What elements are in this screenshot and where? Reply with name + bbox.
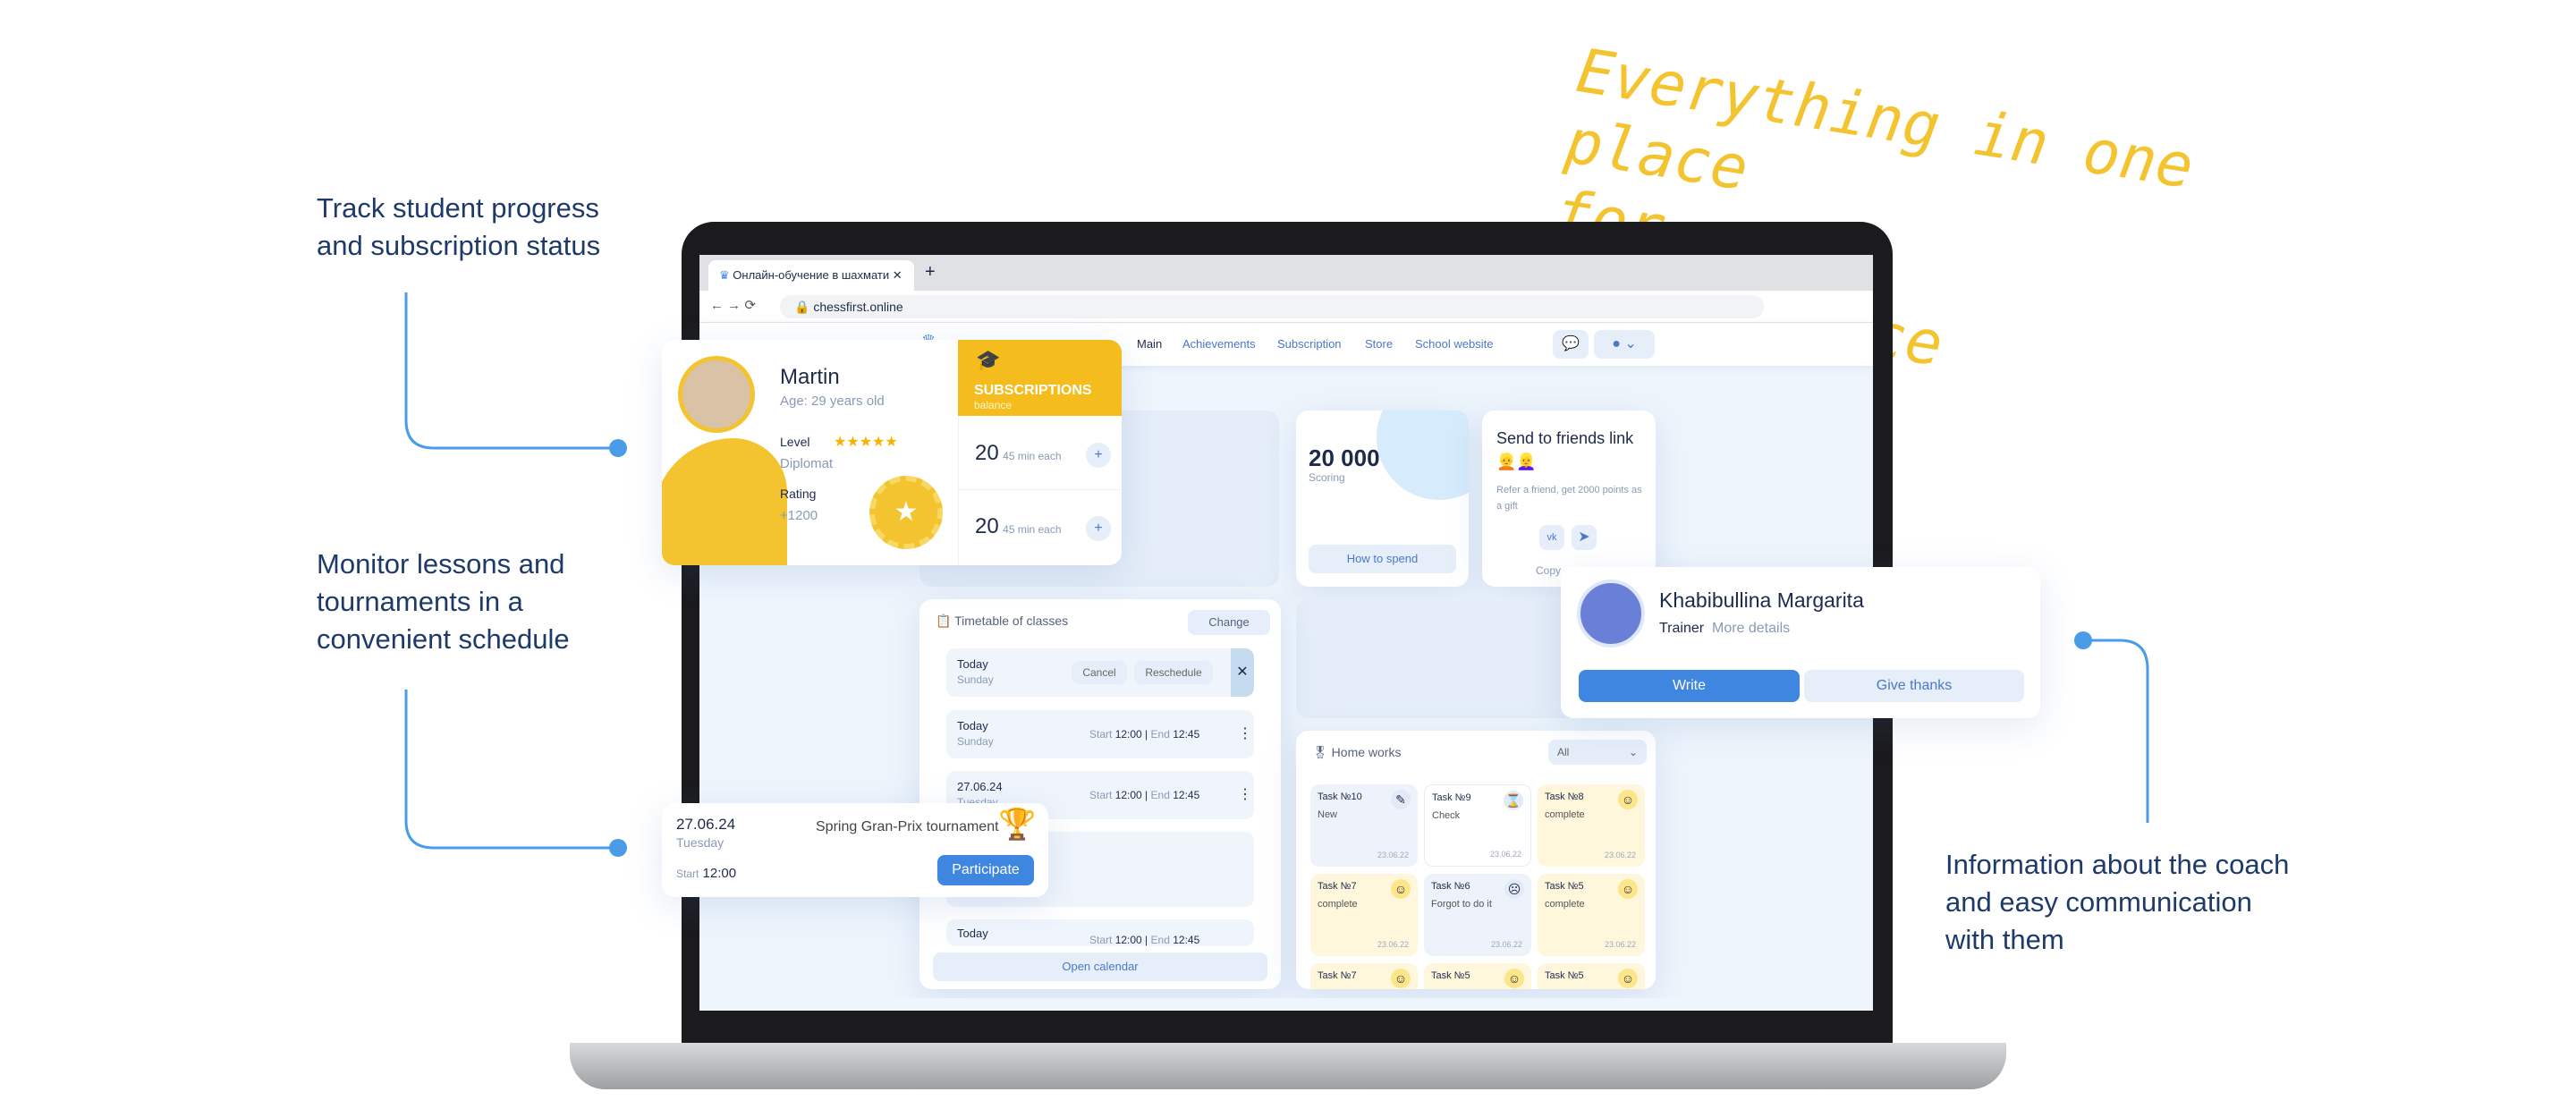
task-date: 23.06.22 bbox=[1490, 940, 1522, 949]
task-status: Check bbox=[1432, 810, 1461, 821]
more-details-link[interactable]: More details bbox=[1712, 621, 1790, 636]
stars-rating: ★★★★★ bbox=[834, 435, 898, 450]
task-card[interactable]: Task №9 Check 23.06.22 ⌛ bbox=[1424, 784, 1531, 867]
knight-icon bbox=[662, 438, 787, 565]
task-status-icon: ☺ bbox=[1618, 969, 1638, 988]
task-status-icon: ☺ bbox=[1618, 790, 1638, 809]
trainer-card: Khabibullina Margarita Trainer More deta… bbox=[1561, 567, 2040, 718]
homeworks-card: 🎖 Home works All ⌄ Task №10 New 23.06.22 ✎ Ta… bbox=[1296, 731, 1656, 989]
task-status-icon: ☺ bbox=[1618, 879, 1638, 899]
medal-icon: ★ bbox=[869, 476, 943, 549]
nav-achievements[interactable]: Achievements bbox=[1182, 337, 1256, 351]
telegram-icon[interactable]: ➤ bbox=[1572, 525, 1597, 550]
new-tab-icon[interactable]: + bbox=[925, 262, 936, 283]
task-status: complete bbox=[1545, 899, 1585, 910]
task-status-icon: ☺ bbox=[1391, 879, 1411, 899]
avatar bbox=[678, 356, 755, 433]
task-card[interactable]: Task №6 Forgot to do it 23.06.22 ☹ bbox=[1424, 874, 1531, 956]
award-icon: 🎖 bbox=[1312, 745, 1332, 759]
subscription-item: 20 45 min each bbox=[975, 441, 1062, 465]
scoring-value: 20 000 bbox=[1309, 444, 1380, 471]
task-status-icon: ☺ bbox=[1391, 969, 1411, 988]
filter-select[interactable]: All ⌄ bbox=[1548, 740, 1647, 765]
address-bar: ← → ⟳ 🔒 chessfirst.online bbox=[699, 291, 1873, 323]
chevron-down-icon: ⌄ bbox=[1628, 746, 1638, 758]
task-date: 23.06.22 bbox=[1377, 851, 1409, 859]
calendar-icon: 📋 bbox=[936, 614, 955, 628]
callout-dot bbox=[2074, 631, 2092, 649]
task-status-icon: ✎ bbox=[1391, 790, 1411, 809]
nav-main[interactable]: Main bbox=[1137, 337, 1162, 351]
laptop-base bbox=[570, 1043, 2006, 1089]
profile-name: Martin bbox=[780, 365, 840, 389]
subscriptions-header: 🎓 SUBSCRIPTIONS balance bbox=[958, 340, 1122, 416]
url-field[interactable]: 🔒 chessfirst.online bbox=[780, 295, 1764, 318]
scoring-label: Scoring bbox=[1309, 471, 1345, 484]
trophy-icon: 🏆 bbox=[998, 808, 1037, 842]
task-date: 23.06.22 bbox=[1489, 850, 1521, 859]
task-status-icon: ☺ bbox=[1504, 969, 1524, 988]
task-card[interactable]: Task №10 New 23.06.22 ✎ bbox=[1310, 784, 1418, 867]
task-card[interactable]: Task №5 ☺ bbox=[1424, 963, 1531, 989]
task-status: complete bbox=[1318, 899, 1358, 910]
nav-store[interactable]: Store bbox=[1365, 337, 1393, 351]
graduation-cap-icon: 🎓 bbox=[976, 349, 1001, 371]
chat-icon[interactable]: 💬 bbox=[1553, 330, 1589, 359]
nav-arrows-icon[interactable]: ← → ⟳ bbox=[710, 297, 756, 313]
callout-dot bbox=[609, 839, 627, 857]
copy-link[interactable]: Copy bbox=[1536, 564, 1561, 577]
nav-school-website[interactable]: School website bbox=[1415, 337, 1493, 351]
lesson-row: Today Sunday Cancel Reschedule ✕ bbox=[946, 648, 1254, 697]
cancel-button[interactable]: Cancel bbox=[1072, 661, 1127, 684]
add-icon[interactable]: + bbox=[1086, 443, 1111, 468]
write-button[interactable]: Write bbox=[1579, 670, 1800, 702]
give-thanks-button[interactable]: Give thanks bbox=[1804, 670, 2024, 702]
trainer-avatar bbox=[1577, 580, 1645, 648]
subscription-item: 20 45 min each bbox=[975, 514, 1062, 538]
task-card[interactable]: Task №7 ☺ bbox=[1310, 963, 1418, 989]
lesson-row: Today Start 12:00 | End 12:45 bbox=[946, 919, 1254, 946]
more-icon[interactable]: ⋮ bbox=[1238, 785, 1252, 803]
task-status-icon: ⌛ bbox=[1504, 791, 1523, 810]
add-icon[interactable]: + bbox=[1086, 516, 1111, 541]
task-status-icon: ☹ bbox=[1504, 879, 1524, 899]
more-icon[interactable]: ⋮ bbox=[1238, 724, 1252, 742]
tournament-card: 27.06.24 Tuesday Spring Gran-Prix tourna… bbox=[662, 803, 1048, 897]
vk-icon[interactable]: vk bbox=[1539, 525, 1564, 550]
browser-tab[interactable]: ♛ Онлайн-обучение в шахмати ✕ bbox=[708, 260, 914, 291]
task-status: New bbox=[1318, 809, 1338, 820]
task-status: complete bbox=[1545, 809, 1585, 820]
task-card[interactable]: Task №8 complete 23.06.22 ☺ bbox=[1538, 784, 1645, 867]
task-card[interactable]: Task №7 complete 23.06.22 ☺ bbox=[1310, 874, 1418, 956]
profile-card: Martin Age: 29 years old Level ★★★★★ Dip… bbox=[662, 340, 1122, 565]
timetable-title: 📋 Timetable of classes bbox=[936, 614, 1069, 628]
change-button[interactable]: Change bbox=[1188, 610, 1270, 635]
timetable-card: 📋 Timetable of classes Change Today Sund… bbox=[919, 599, 1281, 989]
task-card[interactable]: Task №5 complete 23.06.22 ☺ bbox=[1538, 874, 1645, 956]
camera-notch bbox=[1225, 222, 1351, 258]
nav-subscription[interactable]: Subscription bbox=[1277, 337, 1342, 351]
reschedule-button[interactable]: Reschedule bbox=[1134, 661, 1213, 684]
task-status: Forgot to do it bbox=[1431, 899, 1492, 910]
how-to-spend-button[interactable]: How to spend bbox=[1309, 545, 1456, 573]
open-calendar-button[interactable]: Open calendar bbox=[933, 952, 1267, 981]
send-friends-card: Send to friends link 👱👱‍♀️ Refer a frien… bbox=[1482, 411, 1656, 587]
task-date: 23.06.22 bbox=[1377, 940, 1409, 949]
crown-icon: ♛ bbox=[719, 268, 733, 282]
scoring-card: 20 000 Scoring How to spend bbox=[1296, 411, 1469, 587]
close-icon[interactable]: ✕ bbox=[1231, 648, 1254, 697]
participate-button[interactable]: Participate bbox=[937, 855, 1034, 885]
task-card[interactable]: Task №5 ☺ bbox=[1538, 963, 1645, 989]
callout-dot bbox=[609, 439, 627, 457]
user-menu[interactable]: ● ⌄ bbox=[1594, 330, 1655, 359]
tab-bar: ♛ Онлайн-обучение в шахмати ✕ + bbox=[699, 255, 1873, 291]
task-date: 23.06.22 bbox=[1604, 851, 1636, 859]
lesson-row: Today Sunday Start 12:00 | End 12:45 ⋮ bbox=[946, 710, 1254, 758]
task-date: 23.06.22 bbox=[1604, 940, 1636, 949]
